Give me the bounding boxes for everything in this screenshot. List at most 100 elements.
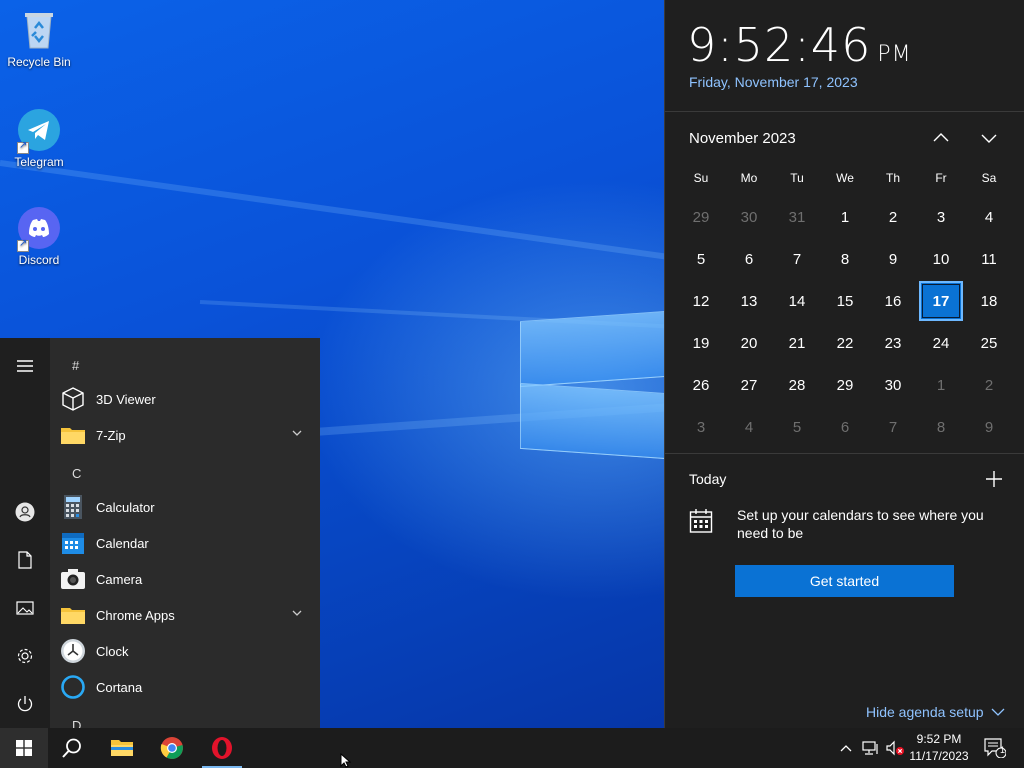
next-month-button[interactable] bbox=[974, 124, 1004, 152]
shortcut-arrow-icon bbox=[17, 238, 29, 252]
app-7zip-folder[interactable]: 7-Zip bbox=[60, 418, 316, 452]
today-date: 17 bbox=[919, 281, 963, 321]
calendar-day[interactable]: 7 bbox=[869, 406, 917, 448]
calendar-day[interactable]: 15 bbox=[821, 280, 869, 322]
taskbar-clock[interactable]: 9:52 PM 11/17/2023 bbox=[900, 731, 978, 765]
hide-agenda-label: Hide agenda setup bbox=[866, 704, 984, 720]
calendar-day[interactable]: 12 bbox=[677, 280, 725, 322]
desktop-icon-label: Discord bbox=[18, 253, 60, 267]
calendar-day[interactable]: 20 bbox=[725, 322, 773, 364]
calendar-day[interactable]: 6 bbox=[821, 406, 869, 448]
calendar-day[interactable]: 3 bbox=[917, 196, 965, 238]
app-cortana[interactable]: Cortana bbox=[60, 670, 316, 704]
calendar-day[interactable]: 10 bbox=[917, 238, 965, 280]
search-button[interactable] bbox=[48, 728, 96, 768]
calendar-day[interactable]: 29 bbox=[677, 196, 725, 238]
calendar-day[interactable]: 28 bbox=[773, 364, 821, 406]
calendar-day[interactable]: 14 bbox=[773, 280, 821, 322]
expand-menu-button[interactable] bbox=[0, 346, 50, 386]
shortcut-arrow-icon bbox=[17, 140, 29, 154]
clock-calendar-flyout: 9:52:46 PM Friday, November 17, 2023 Nove… bbox=[664, 0, 1024, 728]
hide-agenda-setup-link[interactable]: Hide agenda setup bbox=[866, 704, 1005, 720]
chrome-button[interactable] bbox=[148, 728, 196, 768]
calendar-day[interactable]: 2 bbox=[965, 364, 1013, 406]
add-event-button[interactable] bbox=[983, 468, 1005, 490]
calendar-day[interactable]: 11 bbox=[965, 238, 1013, 280]
clock-icon bbox=[60, 638, 86, 664]
calendar-day[interactable]: 1 bbox=[917, 364, 965, 406]
month-title[interactable]: November 2023 bbox=[689, 130, 796, 147]
calendar-day[interactable]: 5 bbox=[677, 238, 725, 280]
app-label: 7-Zip bbox=[96, 427, 126, 443]
user-icon bbox=[15, 502, 35, 522]
calendar-day[interactable]: 9 bbox=[965, 406, 1013, 448]
opera-button[interactable] bbox=[198, 728, 246, 768]
calendar-day[interactable]: 8 bbox=[917, 406, 965, 448]
app-camera[interactable]: Camera bbox=[60, 562, 316, 596]
calendar-day[interactable]: 6 bbox=[725, 238, 773, 280]
documents-button[interactable] bbox=[0, 540, 50, 580]
calendar-day[interactable]: 24 bbox=[917, 322, 965, 364]
show-hidden-icons-button[interactable] bbox=[836, 728, 856, 768]
calendar-day[interactable]: 5 bbox=[773, 406, 821, 448]
network-button[interactable] bbox=[860, 728, 882, 768]
calendar-day[interactable]: 27 bbox=[725, 364, 773, 406]
calendar-day[interactable]: 9 bbox=[869, 238, 917, 280]
section-header-d[interactable]: D bbox=[72, 718, 81, 728]
section-header-hash[interactable]: # bbox=[72, 358, 79, 373]
divider bbox=[665, 453, 1024, 454]
calendar-day[interactable]: 4 bbox=[965, 196, 1013, 238]
calendar-day[interactable]: 1 bbox=[821, 196, 869, 238]
calendar-day[interactable]: 25 bbox=[965, 322, 1013, 364]
calendar-day[interactable]: 16 bbox=[869, 280, 917, 322]
folder-icon bbox=[111, 740, 133, 756]
pictures-button[interactable] bbox=[0, 588, 50, 628]
document-icon bbox=[18, 551, 32, 569]
app-calculator[interactable]: Calculator bbox=[60, 490, 316, 524]
app-3d-viewer[interactable]: 3D Viewer bbox=[60, 382, 316, 416]
calendar-day[interactable]: 30 bbox=[869, 364, 917, 406]
calendar-icon bbox=[60, 530, 86, 556]
desktop-icon-discord[interactable]: Discord bbox=[1, 206, 77, 267]
chevron-down-icon bbox=[981, 134, 997, 143]
calendar-day[interactable]: 31 bbox=[773, 196, 821, 238]
windows-logo-icon bbox=[16, 740, 32, 756]
calendar-day[interactable]: 30 bbox=[725, 196, 773, 238]
calendar-day[interactable]: 21 bbox=[773, 322, 821, 364]
calendar-day[interactable]: 2 bbox=[869, 196, 917, 238]
chevron-down-icon bbox=[991, 708, 1005, 716]
calendar-day[interactable]: 13 bbox=[725, 280, 773, 322]
calendar-day[interactable]: 26 bbox=[677, 364, 725, 406]
previous-month-button[interactable] bbox=[926, 124, 956, 152]
picture-icon bbox=[16, 601, 34, 615]
app-chrome-apps-folder[interactable]: Chrome Apps bbox=[60, 598, 316, 632]
calendar-day[interactable]: 18 bbox=[965, 280, 1013, 322]
current-date-link[interactable]: Friday, November 17, 2023 bbox=[689, 74, 858, 90]
weekday-header: Th bbox=[885, 171, 900, 185]
get-started-button[interactable]: Get started bbox=[735, 565, 954, 597]
calendar-day[interactable]: 7 bbox=[773, 238, 821, 280]
calendar-icon bbox=[689, 508, 713, 534]
calendar-day[interactable]: 8 bbox=[821, 238, 869, 280]
chevron-down-icon bbox=[292, 430, 302, 436]
account-button[interactable] bbox=[0, 492, 50, 532]
power-button[interactable] bbox=[0, 684, 50, 724]
file-explorer-button[interactable] bbox=[98, 728, 146, 768]
section-header-c[interactable]: C bbox=[72, 466, 81, 481]
calendar-day[interactable]: 22 bbox=[821, 322, 869, 364]
desktop-icon-telegram[interactable]: Telegram bbox=[1, 108, 77, 169]
calendar-day-today[interactable]: 17 bbox=[917, 280, 965, 322]
action-center-button[interactable]: 1 bbox=[980, 728, 1010, 768]
calendar-day[interactable]: 23 bbox=[869, 322, 917, 364]
settings-button[interactable] bbox=[0, 636, 50, 676]
start-button[interactable] bbox=[0, 728, 48, 768]
calendar-day[interactable]: 4 bbox=[725, 406, 773, 448]
calendar-day[interactable]: 19 bbox=[677, 322, 725, 364]
app-calendar[interactable]: Calendar bbox=[60, 526, 316, 560]
calendar-day[interactable]: 29 bbox=[821, 364, 869, 406]
calendar-day[interactable]: 3 bbox=[677, 406, 725, 448]
app-clock[interactable]: Clock bbox=[60, 634, 316, 668]
start-menu: # 3D Viewer 7-Zip C Calculator Calendar … bbox=[0, 338, 320, 728]
app-label: Camera bbox=[96, 571, 143, 587]
desktop-icon-recycle-bin[interactable]: Recycle Bin bbox=[1, 8, 77, 69]
